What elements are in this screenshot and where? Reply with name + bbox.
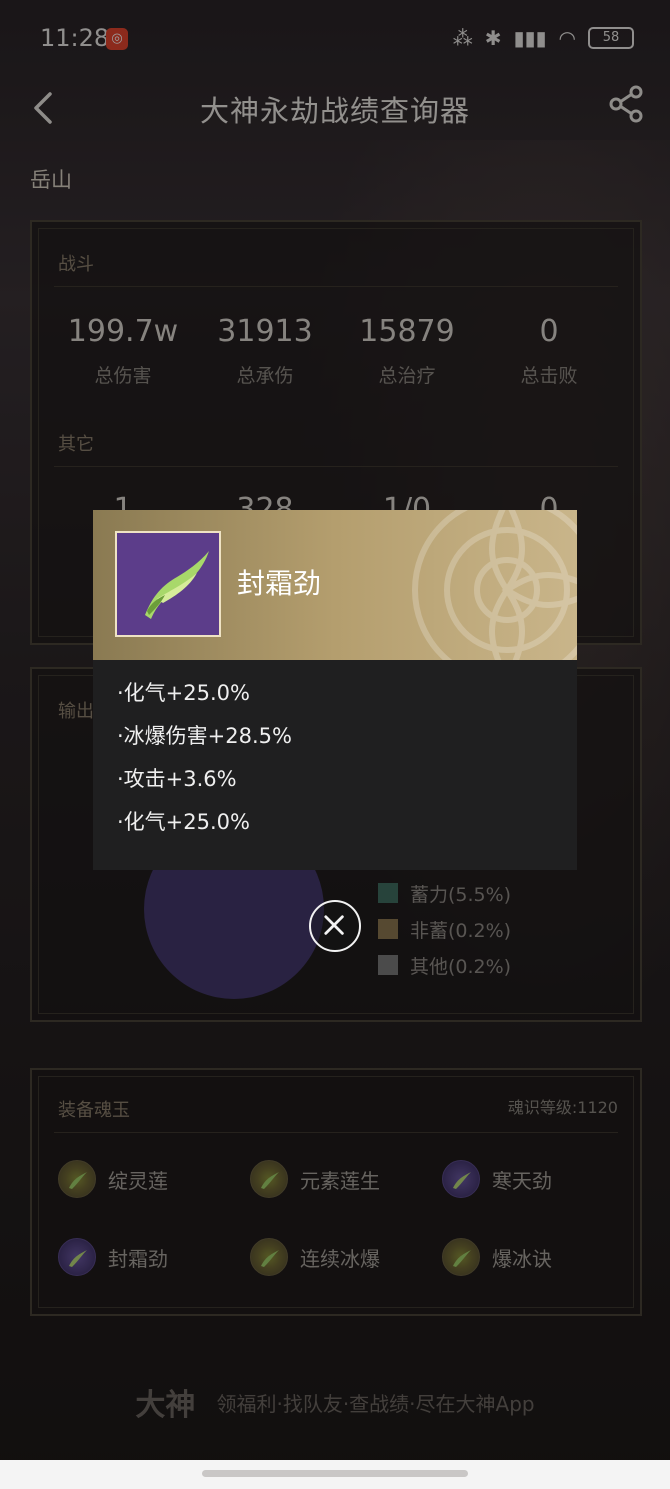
page: 11:28 ◎ ⁂ ✱ ▮▮▮ ◠ 58 大神永劫战绩查询器 岳山 战斗 199… [0,0,670,1489]
close-icon[interactable] [309,900,361,952]
home-indicator[interactable] [202,1470,468,1477]
popup-header: 封霜劲 [93,510,577,660]
attribute-line: ·化气+25.0% [117,810,250,834]
soul-jade-detail-popup: 封霜劲 ·化气+25.0% ·冰爆伤害+28.5% ·攻击+3.6% ·化气+2… [93,510,577,870]
attribute-line: ·冰爆伤害+28.5% [117,724,292,748]
attribute-list: ·化气+25.0% ·冰爆伤害+28.5% ·攻击+3.6% ·化气+25.0% [117,678,292,850]
flower-ornament-icon [412,510,577,660]
attribute-line: ·化气+25.0% [117,681,250,705]
attribute-line: ·攻击+3.6% [117,767,237,791]
item-name: 封霜劲 [237,567,322,600]
item-icon-frame [115,531,221,637]
frost-jade-icon [145,551,209,619]
